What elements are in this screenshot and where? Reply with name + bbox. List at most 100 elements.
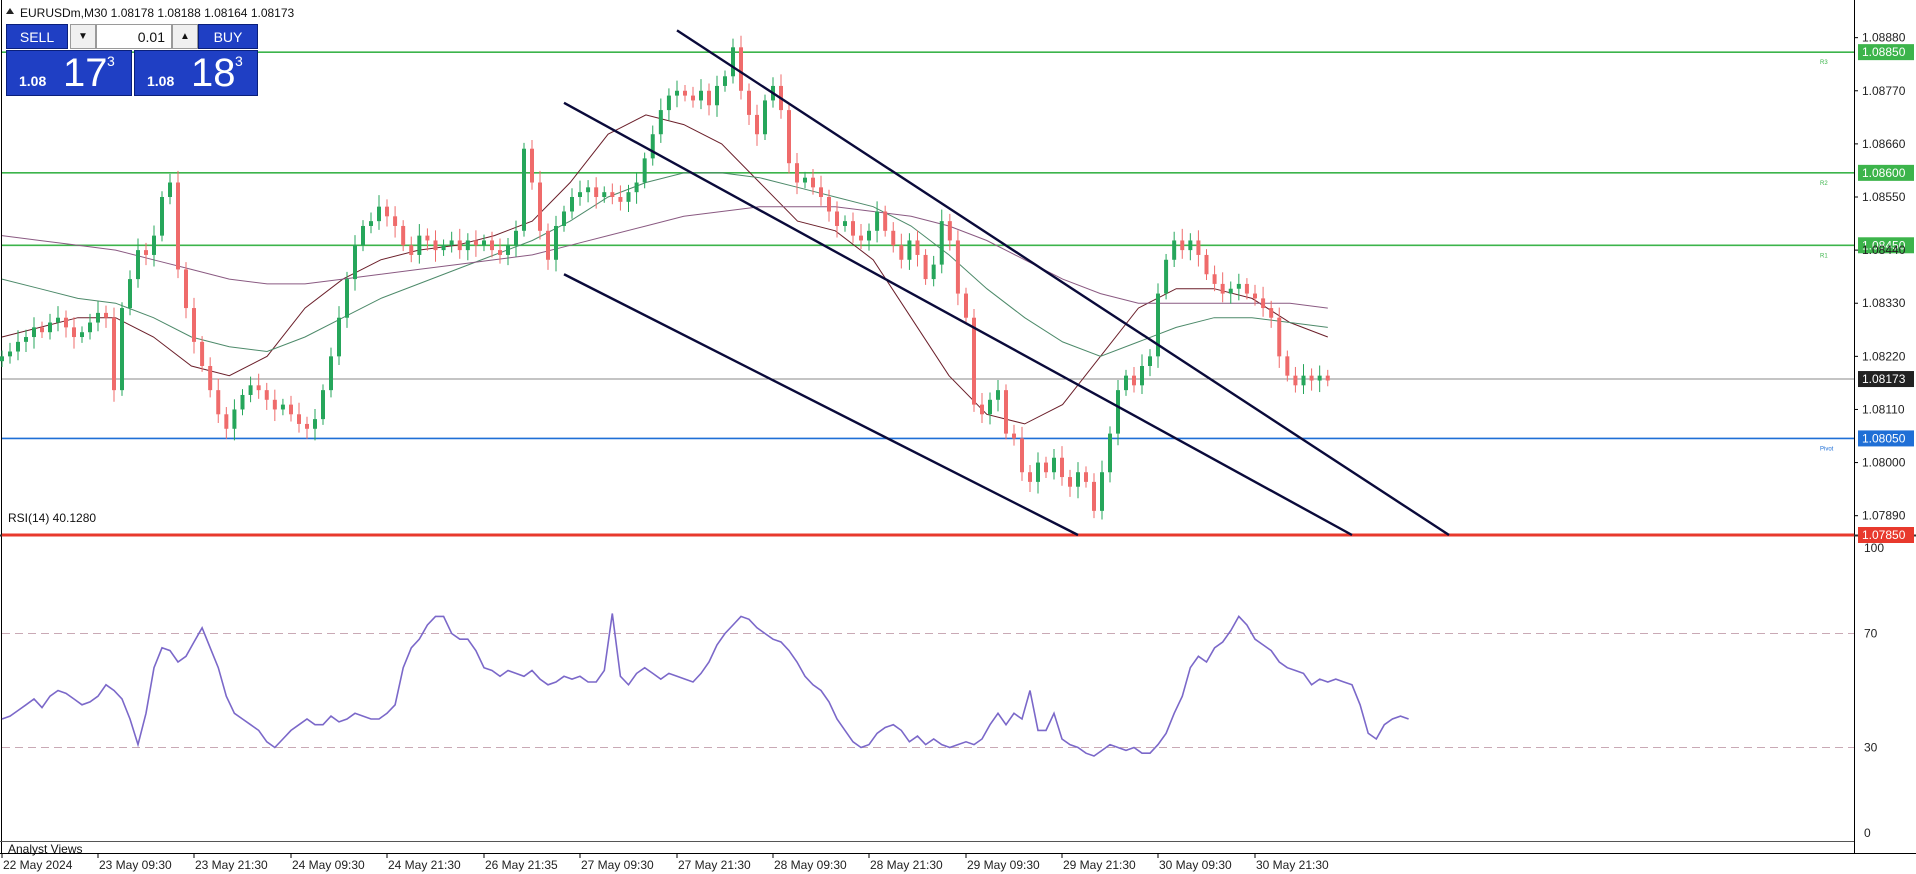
candle-body	[899, 245, 904, 260]
candle-body	[658, 110, 663, 135]
candle-body	[1204, 254, 1209, 275]
candle-body	[409, 245, 414, 255]
candle-body	[8, 351, 12, 357]
candle-body	[1277, 317, 1282, 357]
candle-body	[530, 148, 534, 183]
candle-body	[1020, 438, 1024, 473]
candle-body	[1236, 283, 1241, 289]
candle-body	[449, 240, 454, 246]
candle-body	[313, 419, 317, 429]
candle-body	[715, 85, 719, 106]
candle-body	[867, 230, 871, 241]
sell-quote[interactable]: 1.08 17 3	[6, 50, 132, 96]
candle-body	[618, 197, 623, 202]
candle-body	[642, 158, 647, 183]
candle-body	[136, 250, 140, 280]
candle-body	[755, 114, 759, 135]
candle-body	[128, 279, 132, 309]
candle-body	[1100, 472, 1104, 511]
candle-body	[1092, 481, 1096, 511]
candle-body	[955, 240, 960, 294]
candle-body	[1261, 298, 1266, 309]
lot-decrease-button[interactable]: ▼	[70, 24, 96, 49]
candle-body	[48, 322, 52, 333]
candle-body	[1084, 472, 1088, 482]
lot-increase-button[interactable]: ▲	[172, 24, 198, 49]
candle-body	[594, 187, 599, 197]
price-tag-4: 1.07850	[1862, 528, 1906, 542]
time-tick-label: 28 May 09:30	[774, 858, 847, 872]
candle-body	[264, 390, 269, 400]
candle-body	[1188, 240, 1193, 251]
price-tick-label: 1.08000	[1862, 456, 1906, 470]
rsi-tick-label: 0	[1864, 826, 1871, 840]
candle-body	[232, 409, 237, 429]
candle-body	[843, 221, 847, 226]
chart-background	[0, 0, 1916, 874]
analyst-views-tab[interactable]: Analyst Views	[8, 842, 82, 856]
chevron-down-icon: ▼	[78, 31, 88, 42]
candle-body	[514, 230, 518, 246]
candle-body	[996, 390, 1000, 400]
candle-body	[795, 163, 799, 183]
candle-body	[240, 394, 245, 410]
candle-body	[152, 235, 156, 255]
sell-button[interactable]: SELL	[6, 24, 68, 49]
time-tick-label: 24 May 09:30	[292, 858, 365, 872]
price-tick-label: 1.08770	[1862, 84, 1906, 98]
candle-body	[112, 317, 116, 391]
time-tick-label: 24 May 21:30	[388, 858, 461, 872]
candle-body	[216, 390, 221, 415]
candle-body	[40, 327, 44, 333]
candle-body	[1116, 390, 1120, 434]
candle-body	[915, 240, 920, 255]
candle-body	[1228, 288, 1233, 294]
sell-price-pips: 17	[63, 51, 108, 95]
candle-body	[570, 197, 574, 212]
price-tag-0: 1.08850	[1862, 45, 1906, 59]
rsi-tick-label: 100	[1864, 541, 1884, 555]
candle-body	[650, 134, 655, 159]
candle-body	[947, 221, 952, 241]
candle-body	[1012, 433, 1016, 439]
candle-body	[1301, 375, 1306, 386]
candle-body	[441, 245, 446, 251]
candle-body	[353, 245, 357, 280]
candle-body	[176, 182, 180, 270]
candle-body	[104, 312, 108, 318]
candle-body	[610, 192, 615, 197]
candle-body	[465, 240, 470, 251]
candle-body	[875, 211, 880, 231]
candle-body	[803, 177, 807, 183]
candle-body	[1293, 375, 1298, 386]
candle-body	[763, 100, 767, 135]
candle-body	[1004, 390, 1008, 434]
time-tick-label: 28 May 21:30	[870, 858, 943, 872]
candle-body	[1309, 375, 1314, 381]
candle-body	[1212, 274, 1217, 284]
candle-body	[1164, 259, 1169, 294]
time-tick-label: 23 May 21:30	[195, 858, 268, 872]
buy-button[interactable]: BUY	[198, 24, 258, 49]
candle-body	[305, 423, 309, 429]
candle-body	[602, 192, 607, 197]
candle-body	[626, 192, 631, 202]
candle-body	[96, 312, 100, 323]
price-tick-label: 1.08440	[1862, 243, 1906, 257]
candle-body	[248, 385, 253, 395]
candle-body	[554, 225, 558, 260]
time-tick-label: 22 May 2024	[3, 858, 73, 872]
buy-price-prefix: 1.08	[147, 73, 175, 89]
candle-body	[272, 399, 277, 410]
candle-body	[1132, 375, 1136, 386]
candle-body	[1172, 240, 1177, 260]
candle-body	[329, 356, 333, 391]
candle-body	[80, 332, 84, 338]
buy-quote[interactable]: 1.08 18 3	[134, 50, 258, 96]
chart-canvas[interactable]: R31.08850R21.08600R11.08450Pivot1.080501…	[0, 0, 1916, 874]
candle-body	[192, 308, 196, 342]
level-label-r1: R1	[1820, 253, 1828, 259]
candle-body	[369, 221, 373, 226]
lot-size-input[interactable]	[96, 24, 172, 49]
candle-body	[1124, 375, 1128, 391]
